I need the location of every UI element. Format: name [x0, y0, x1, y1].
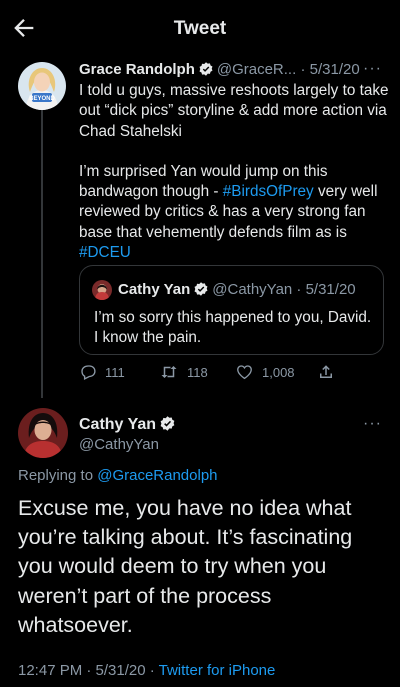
- verified-badge-icon: [199, 62, 213, 76]
- quoted-tweet-card[interactable]: Cathy Yan @CathyYan · 5/31/20 I’m so sorr…: [79, 265, 384, 355]
- tweet1-text: I told u guys, massive reshoots largely …: [79, 81, 389, 263]
- source-link[interactable]: Twitter for iPhone: [159, 662, 276, 679]
- more-options-icon[interactable]: ···: [363, 60, 382, 78]
- retweet-button[interactable]: 118: [159, 363, 208, 381]
- author-handle[interactable]: @GraceR...: [217, 61, 296, 78]
- reply-count: 111: [105, 364, 125, 380]
- tweet1-paragraph-1: I told u guys, massive reshoots largely …: [79, 82, 389, 140]
- tweet1-header: Grace Randolph @GraceR... · 5/31/20: [79, 61, 360, 78]
- author-name[interactable]: Cathy Yan: [79, 416, 156, 433]
- avatar-badge-text: BEYOND: [29, 96, 55, 102]
- tweet2-author: Cathy Yan: [79, 415, 179, 434]
- quoted-author-avatar: [92, 280, 112, 300]
- tweet-timestamp: 12:47 PM · 5/31/20 · Twitter for iPhone: [18, 662, 275, 679]
- author-name[interactable]: Grace Randolph: [79, 61, 195, 78]
- like-count: 1,008: [262, 364, 295, 380]
- reply-icon: [81, 365, 96, 381]
- verified-badge-icon: [160, 416, 175, 431]
- page-title: Tweet: [173, 18, 227, 39]
- retweet-icon: [161, 366, 177, 378]
- retweet-count: 118: [187, 364, 208, 380]
- quoted-author-name: Cathy Yan: [118, 281, 191, 298]
- heart-icon: [237, 365, 252, 380]
- quoted-tweet-header: Cathy Yan @CathyYan · 5/31/20: [118, 281, 356, 298]
- grace-randolph-avatar[interactable]: BEYOND: [18, 62, 66, 110]
- tweet-action-bar: 111 118 1,008: [79, 363, 389, 387]
- reply-button[interactable]: 111: [79, 363, 125, 381]
- top-bar: Tweet: [0, 0, 400, 58]
- thread-connector-line: [41, 104, 43, 398]
- author-handle[interactable]: @CathyYan: [79, 436, 159, 453]
- more-options-icon[interactable]: ···: [363, 415, 382, 433]
- hashtag-birdsofprey-link[interactable]: #BirdsOfPrey: [223, 183, 314, 200]
- quoted-tweet-text: I’m so sorry this happened to you, David…: [94, 309, 372, 347]
- share-icon: [320, 365, 332, 378]
- verified-badge-icon: [194, 282, 208, 296]
- replying-to-label: Replying to: [18, 467, 98, 484]
- tweet-date[interactable]: 5/31/20: [310, 61, 360, 78]
- tweet-time-date[interactable]: 12:47 PM · 5/31/20 ·: [18, 662, 159, 679]
- hashtag-dceu-link[interactable]: #DCEU: [79, 244, 131, 261]
- quoted-handle-date: @CathyYan · 5/31/20: [212, 281, 356, 298]
- cathy-yan-avatar[interactable]: [18, 408, 68, 458]
- tweet1-paragraph-2: I’m surprised Yan would jump on this ban…: [79, 162, 389, 263]
- replying-to-handle-link[interactable]: @GraceRandolph: [97, 467, 217, 484]
- tweet2-text: Excuse me, you have no idea what you’re …: [18, 496, 353, 637]
- share-button[interactable]: [317, 363, 343, 381]
- like-button[interactable]: 1,008: [235, 363, 295, 381]
- replying-to-line: Replying to @GraceRandolph: [18, 467, 218, 484]
